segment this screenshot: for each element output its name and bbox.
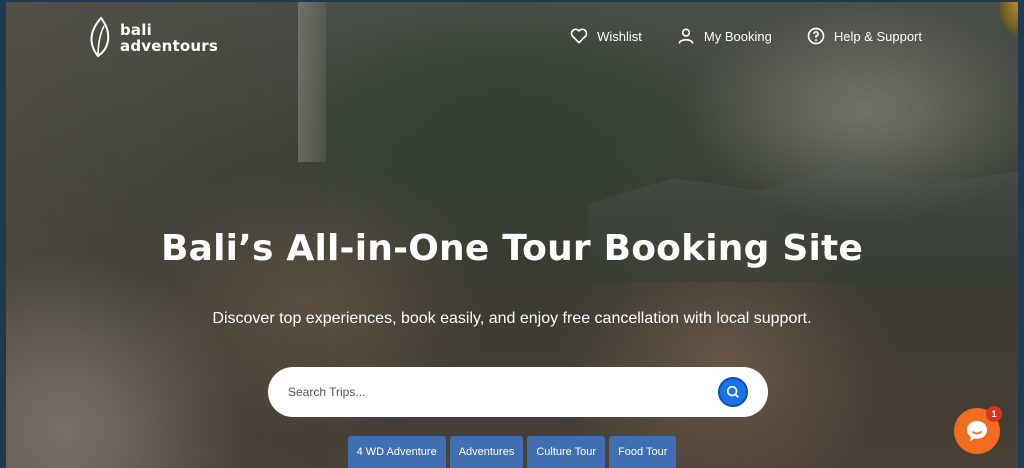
nav-my-booking-label: My Booking — [703, 28, 772, 44]
chip-adventures[interactable]: Adventures — [449, 436, 524, 468]
brand-line2: adventours — [120, 37, 218, 55]
nav-links: Wishlist My Booking Help & Support — [569, 26, 922, 46]
search-input[interactable] — [288, 385, 718, 399]
chip-food-tour[interactable]: Food Tour — [609, 436, 677, 468]
category-chips: 4 WD Adventure Adventures Culture Tour F… — [6, 436, 1018, 468]
brand-name: bali adventours — [120, 22, 218, 54]
question-circle-icon — [807, 27, 825, 45]
chip-4wd-adventure[interactable]: 4 WD Adventure — [347, 436, 446, 468]
nav-wishlist[interactable]: Wishlist — [569, 26, 642, 46]
page-frame: bali adventours Wishlist My Booking Help… — [0, 0, 1024, 468]
user-icon — [678, 28, 694, 44]
leaf-logo-icon — [90, 16, 110, 58]
nav-my-booking[interactable]: My Booking — [676, 26, 772, 46]
chat-notification-badge: 1 — [986, 406, 1002, 422]
hero-title: Bali’s All-in-One Tour Booking Site — [160, 228, 864, 269]
search-icon — [726, 385, 739, 398]
nav-help-support[interactable]: Help & Support — [806, 26, 922, 46]
hero-subtitle: Discover top experiences, book easily, a… — [212, 310, 812, 327]
brand-line1: bali — [120, 21, 152, 39]
heart-icon — [570, 28, 588, 44]
chat-bubble-icon — [967, 421, 987, 441]
brand-logo[interactable]: bali adventours — [84, 16, 218, 60]
search-bar — [268, 367, 768, 417]
chip-culture-tour[interactable]: Culture Tour — [527, 436, 606, 468]
search-button[interactable] — [718, 377, 748, 407]
nav-wishlist-label: Wishlist — [597, 28, 642, 44]
top-nav: bali adventours Wishlist My Booking Help… — [6, 2, 1018, 74]
chat-button[interactable]: 1 — [954, 406, 1002, 454]
nav-help-support-label: Help & Support — [833, 28, 922, 44]
